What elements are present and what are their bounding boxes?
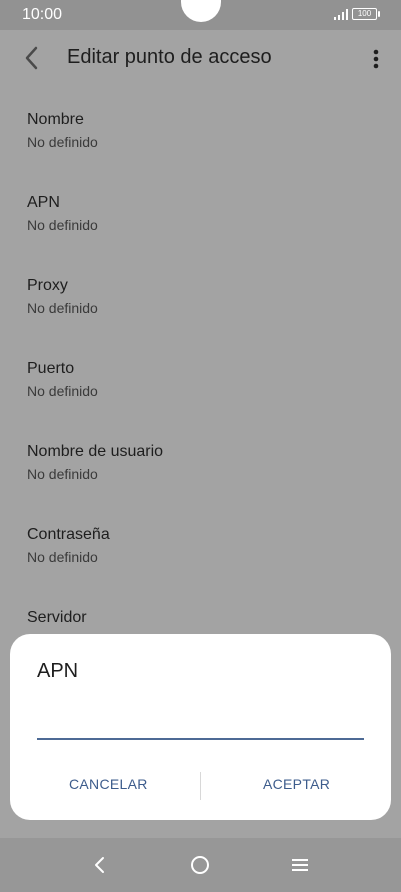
setting-apn[interactable]: APN No definido — [0, 171, 401, 251]
setting-value: No definido — [27, 300, 98, 316]
setting-value: No definido — [27, 217, 98, 233]
setting-label: Nombre de usuario — [27, 443, 164, 460]
setting-proxy[interactable]: Proxy No definido — [0, 254, 401, 334]
button-divider — [200, 772, 201, 800]
more-options-button[interactable] — [366, 46, 386, 72]
page-title: Editar punto de acceso — [67, 46, 272, 68]
dialog-title: APN — [37, 660, 79, 682]
apn-dialog: APN CANCELAR ACEPTAR — [10, 634, 391, 820]
setting-label: Proxy — [27, 277, 68, 294]
setting-value: No definido — [27, 134, 98, 150]
nav-home-icon — [191, 856, 209, 874]
status-time: 10:00 — [22, 6, 63, 23]
nav-back-button[interactable] — [85, 852, 115, 878]
cancel-button[interactable]: CANCELAR — [69, 776, 148, 792]
nav-home-button[interactable] — [185, 852, 215, 878]
setting-label: Servidor — [27, 609, 87, 626]
setting-value: No definido — [27, 466, 98, 482]
setting-value: No definido — [27, 549, 98, 565]
setting-label: APN — [27, 194, 60, 211]
setting-label: Contraseña — [27, 526, 110, 543]
more-vertical-icon — [373, 49, 379, 69]
setting-label: Puerto — [27, 360, 75, 377]
back-arrow-icon — [25, 46, 38, 70]
navigation-bar — [0, 838, 401, 892]
status-bar: 10:00 100 — [0, 0, 401, 30]
accept-button[interactable]: ACEPTAR — [263, 776, 330, 792]
setting-label: Nombre — [27, 111, 84, 128]
battery-level: 100 — [357, 9, 372, 18]
setting-contrasena[interactable]: Contraseña No definido — [0, 503, 401, 583]
setting-value: No definido — [27, 383, 98, 399]
screen: 10:00 100 Editar punto de acceso Nombre … — [0, 0, 401, 892]
apn-input[interactable] — [37, 718, 364, 740]
nav-recent-icon — [292, 859, 308, 871]
back-button[interactable] — [18, 44, 46, 72]
setting-puerto[interactable]: Puerto No definido — [0, 337, 401, 417]
battery-tip — [378, 11, 380, 17]
signal-icon — [334, 9, 348, 20]
nav-back-icon — [95, 857, 104, 873]
camera-notch — [181, 0, 221, 22]
nav-recent-button[interactable] — [285, 852, 315, 878]
battery-icon: 100 — [352, 8, 377, 20]
app-bar: Editar punto de acceso — [0, 30, 401, 88]
setting-nombre[interactable]: Nombre No definido — [0, 88, 401, 168]
setting-nombre-de-usuario[interactable]: Nombre de usuario No definido — [0, 420, 401, 500]
